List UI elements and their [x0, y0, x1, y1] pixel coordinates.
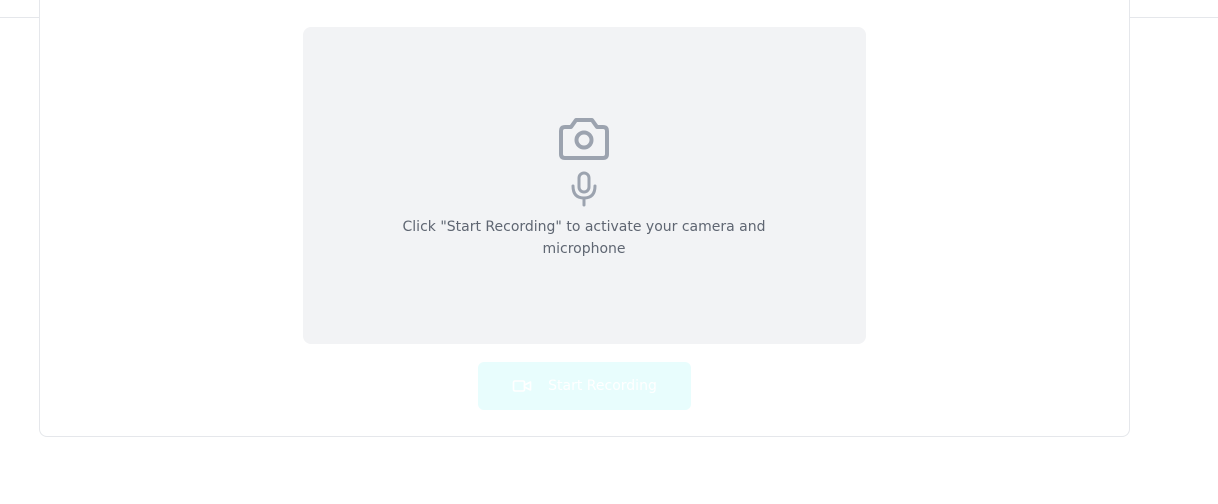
camera-icon — [559, 118, 609, 160]
microphone-icon — [571, 171, 597, 207]
recording-hint-text: Click "Start Recording" to activate your… — [402, 219, 766, 257]
start-recording-button[interactable]: Start Recording — [478, 362, 691, 410]
video-icon — [512, 380, 532, 392]
start-recording-label: Start Recording — [548, 378, 657, 394]
